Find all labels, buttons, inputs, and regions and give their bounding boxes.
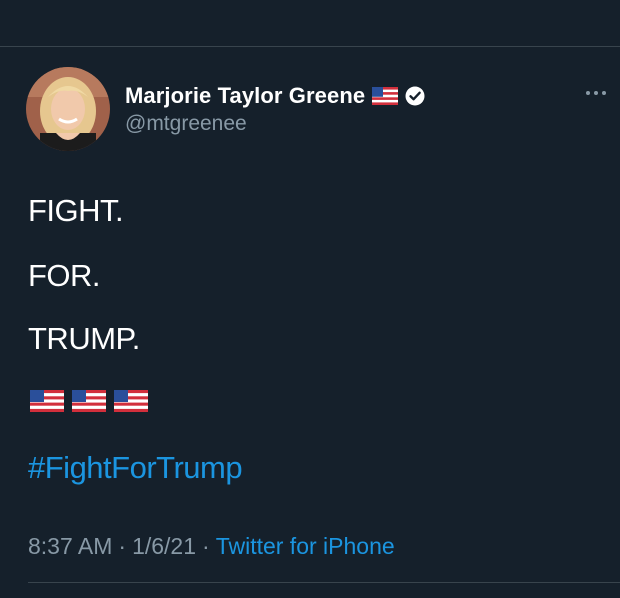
display-name[interactable]: Marjorie Taylor Greene	[125, 83, 365, 109]
bottom-divider	[28, 582, 620, 583]
tweet-source-link[interactable]: Twitter for iPhone	[216, 533, 395, 560]
us-flag-icon	[372, 87, 399, 105]
tweet-metadata: 8:37 AM · 1/6/21 · Twitter for iPhone	[28, 533, 395, 560]
us-flag-icon	[30, 390, 64, 412]
meta-separator: ·	[118, 533, 127, 559]
more-options-icon[interactable]	[586, 87, 610, 99]
verified-badge-icon	[405, 86, 425, 106]
meta-separator: ·	[202, 533, 210, 559]
us-flag-icon	[114, 390, 148, 412]
emoji-row	[30, 390, 148, 412]
profile-photo	[26, 67, 110, 151]
author-handle[interactable]: @mtgreenee	[125, 112, 247, 136]
tweet-date[interactable]: 1/6/21	[132, 533, 196, 560]
tweet-time[interactable]: 8:37 AM	[28, 533, 112, 560]
us-flag-icon	[72, 390, 106, 412]
tweet-text-line: TRUMP.	[28, 321, 140, 356]
top-divider	[0, 46, 620, 47]
author-name-row[interactable]: Marjorie Taylor Greene	[125, 82, 425, 110]
hashtag-link[interactable]: #FightForTrump	[28, 450, 243, 486]
tweet-text-line: FIGHT.	[28, 193, 124, 228]
avatar[interactable]	[26, 67, 110, 151]
tweet-text-line: FOR.	[28, 258, 101, 293]
